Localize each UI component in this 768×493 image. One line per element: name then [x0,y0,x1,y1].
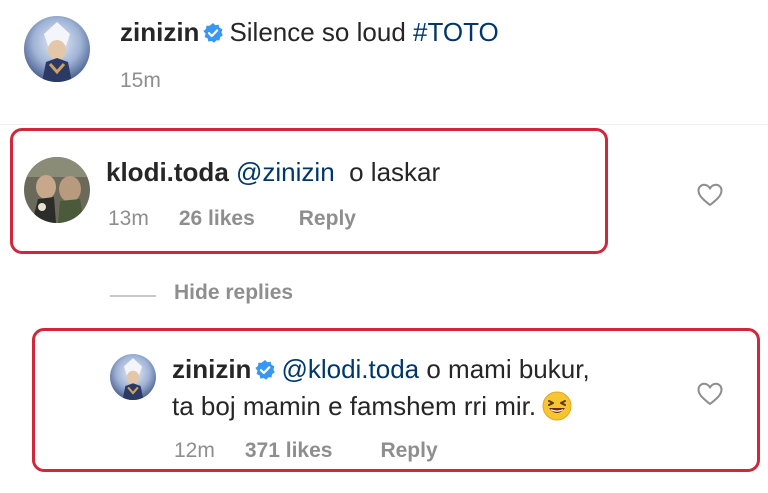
comment-text: o laskar [349,157,441,187]
reply-author-avatar[interactable] [110,354,156,400]
reply-mention-link[interactable]: @klodi.toda [281,354,419,384]
comment-author-username[interactable]: klodi.toda [106,157,229,187]
comment-reply-button[interactable]: Reply [299,207,356,230]
comment-text-line: klodi.toda @zinizin o laskar [106,156,440,188]
post-caption-text: Silence so loud [229,17,406,47]
hide-replies-divider [110,295,156,297]
post-caption-line: zinizin Silence so loud #TOTO [120,16,499,48]
verified-badge-icon [203,18,224,43]
comment-meta: 13m 26 likes Reply [108,207,386,231]
comment-highlight-box [10,128,608,254]
reply-meta: 12m 371 likes Reply [174,439,468,463]
grinning-squinting-face-emoji [542,391,572,421]
reply-text-line-1: zinizin @klodi.toda o mami bukur, [172,353,590,385]
reply-text-line-2: ta boj mamin e famshem rri mir. [172,390,572,422]
section-divider [0,124,768,125]
post-meta: 15m [120,69,191,93]
comment-timestamp: 13m [108,207,149,230]
post-timestamp: 15m [120,69,161,92]
reply-text-part-2: ta boj mamin e famshem rri mir. [172,391,537,421]
comment-author-avatar[interactable] [24,157,90,223]
hide-replies-button[interactable]: Hide replies [174,281,293,305]
reply-text-part-1: o mami bukur, [426,354,590,384]
reply-timestamp: 12m [174,439,215,462]
post-author-username[interactable]: zinizin [120,17,199,47]
reply-author-username[interactable]: zinizin [172,354,251,384]
comment-mention-link[interactable]: @zinizin [236,157,335,187]
comment-likes-link[interactable]: 26 likes [179,207,255,230]
reply-reply-button[interactable]: Reply [380,439,437,462]
verified-badge-icon [255,355,276,380]
post-author-avatar[interactable] [24,16,90,82]
reply-likes-link[interactable]: 371 likes [245,439,333,462]
comment-like-heart-icon[interactable] [697,183,723,207]
reply-like-heart-icon[interactable] [697,382,723,406]
post-hashtag-link[interactable]: #TOTO [413,17,499,47]
